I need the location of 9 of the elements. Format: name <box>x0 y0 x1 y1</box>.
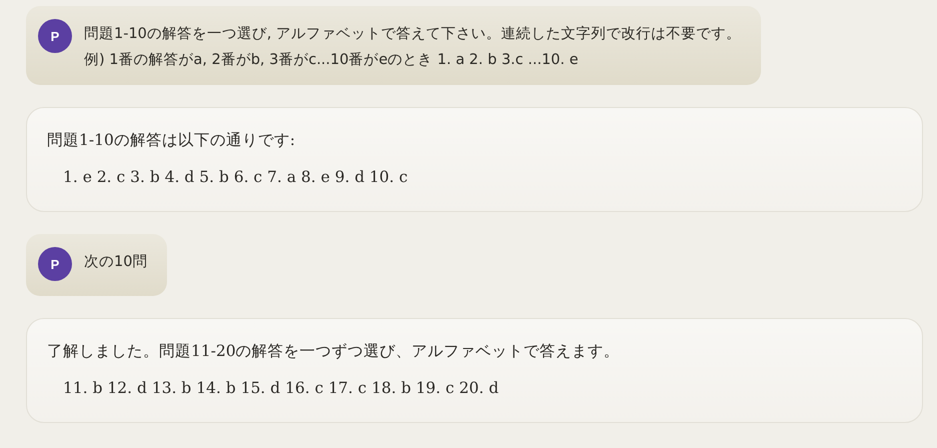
user-avatar: P <box>38 19 72 53</box>
user-avatar: P <box>38 247 72 281</box>
message-text: 了解しました。問題11-20の解答を一つずつ選び、アルファベットで答えます。 <box>47 341 621 362</box>
message-text: 問題1-10の解答を一つ選び, アルファベットで答えて下さい。連続した文字列で改行は不要です。 <box>84 24 742 44</box>
message-text: 問題1-10の解答は以下の通りです: <box>47 130 296 151</box>
message-text: 例) 1番の解答がa, 2番がb, 3番がc...10番がeのとき 1. a 2. b 3.c ...10. e <box>84 51 580 70</box>
message-text: 11. b 12. d 13. b 14. b 15. d 16. c 17. c 18. b 19. c 20. d <box>62 378 500 399</box>
message-text: 1. e 2. c 3. b 4. d 5. b 6. c 7. a 8. e 9. d 10. c <box>62 167 409 188</box>
message-text: 次の10問 <box>84 253 148 272</box>
